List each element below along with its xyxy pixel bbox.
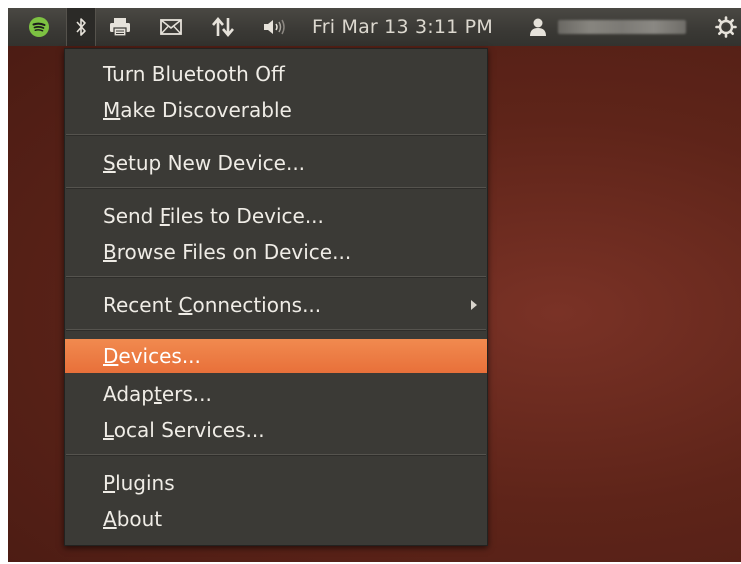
menu-item-label: Local Services... [103,418,265,442]
username-redacted[interactable] [558,20,686,34]
volume-icon[interactable] [258,8,296,46]
menu-separator [66,187,486,189]
submenu-arrow-icon [471,300,477,310]
menu-item-label: Adapters... [103,382,212,406]
menu-item-send-files[interactable]: Send Files to Device... [65,199,487,233]
menu-item-setup-new-device[interactable]: Setup New Device... [65,146,487,180]
menu-item-plugins[interactable]: Plugins [65,466,487,500]
user-icon[interactable] [526,8,550,46]
menu-separator [66,276,486,278]
menu-item-label: Plugins [103,471,175,495]
network-icon[interactable] [206,8,240,46]
menu-item-adapters[interactable]: Adapters... [65,377,487,411]
menu-item-label: Devices... [103,344,201,368]
menu-separator [66,454,486,456]
bluetooth-menu: Turn Bluetooth Off Make Discoverable Set… [64,48,488,546]
menu-item-label: Send Files to Device... [103,204,324,228]
spotify-icon[interactable] [24,8,54,46]
menu-item-label: Recent Connections... [103,293,322,317]
menu-item-label: About [103,507,163,531]
menu-separator [66,329,486,331]
top-panel: Fri Mar 13 3:11 PM [8,8,741,46]
menu-item-recent-connections[interactable]: Recent Connections... [65,288,487,322]
menu-item-local-services[interactable]: Local Services... [65,413,487,447]
menu-item-turn-bluetooth-off[interactable]: Turn Bluetooth Off [65,57,487,91]
desktop: Fri Mar 13 3:11 PM Turn Bluetooth Off Ma… [8,8,741,562]
menu-item-devices[interactable]: Devices... [65,339,487,373]
menu-separator [66,134,486,136]
menu-item-label: Turn Bluetooth Off [103,62,285,86]
menu-item-label: Setup New Device... [103,151,306,175]
clock-label[interactable]: Fri Mar 13 3:11 PM [312,8,493,46]
menu-item-label: Browse Files on Device... [103,240,352,264]
printer-icon[interactable] [106,8,134,46]
power-icon[interactable] [712,8,740,46]
menu-item-browse-files[interactable]: Browse Files on Device... [65,235,487,269]
menu-item-make-discoverable[interactable]: Make Discoverable [65,93,487,127]
menu-item-about[interactable]: About [65,502,487,536]
menu-item-label: Make Discoverable [103,98,292,122]
bluetooth-icon[interactable] [66,8,96,46]
mail-icon[interactable] [156,8,186,46]
